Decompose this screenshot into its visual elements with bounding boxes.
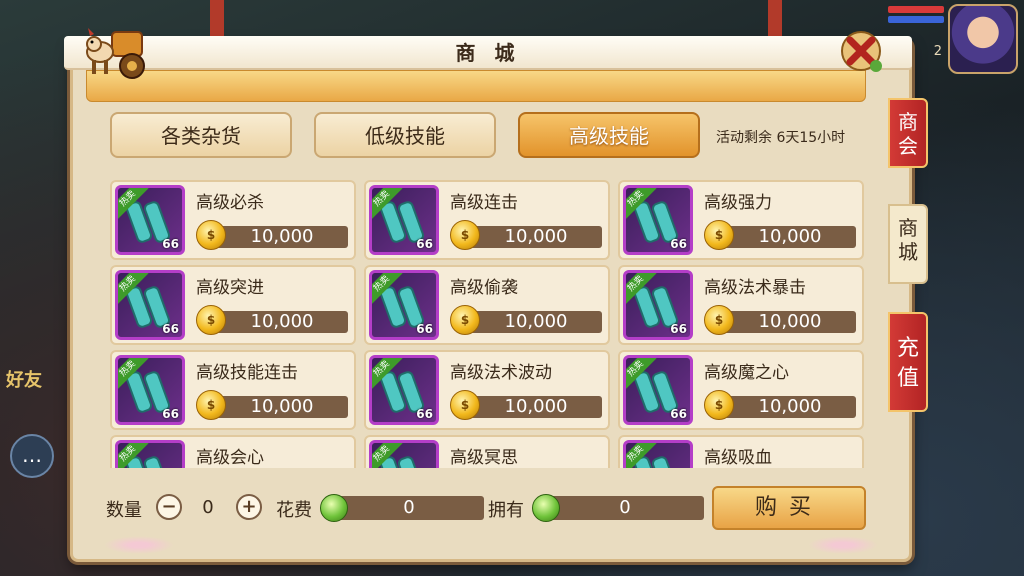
gold-coin-icon: $ (704, 305, 734, 335)
item-price: 10,000 (216, 311, 348, 333)
gold-coin-icon: $ (704, 220, 734, 250)
item-name: 高级法术波动 (450, 363, 552, 383)
title-bar: 商 城 (64, 36, 912, 70)
item-name: 高级魔之心 (704, 363, 789, 383)
player-level: 2 (933, 44, 942, 59)
shop-item[interactable]: 热卖 66 高级必杀 10,000 $ (110, 180, 356, 260)
item-name: 高级法术暴击 (704, 278, 806, 298)
mp-bar (888, 16, 944, 23)
item-level: 66 (416, 322, 433, 336)
item-price: 10,000 (470, 226, 602, 248)
item-name: 高级会心 (196, 448, 264, 468)
shop-item[interactable]: 热卖 66 高级法术波动 10,000 $ (364, 350, 610, 430)
item-price: 10,000 (724, 396, 856, 418)
item-name: 高级吸血 (704, 448, 772, 468)
item-price: 10,000 (470, 311, 602, 333)
shop-item[interactable]: 热卖 66 高级魔之心 10,000 $ (618, 350, 864, 430)
item-level: 66 (162, 237, 179, 251)
skill-scroll-icon: 热卖 66 (115, 270, 185, 340)
tab-sundries[interactable]: 各类杂货 (110, 112, 292, 158)
shop-item[interactable]: 热卖 高级会心 (110, 435, 356, 468)
skill-scroll-icon: 热卖 66 (623, 355, 693, 425)
background-pillar (768, 0, 782, 40)
gold-coin-icon: $ (450, 305, 480, 335)
item-level: 66 (670, 322, 687, 336)
item-name: 高级冥思 (450, 448, 518, 468)
jade-currency-icon (320, 494, 348, 522)
plum-blossom-decoration (104, 536, 174, 554)
background-pillar (210, 0, 224, 40)
shop-item[interactable]: 热卖 66 高级连击 10,000 $ (364, 180, 610, 260)
item-name: 高级强力 (704, 193, 772, 213)
player-avatar[interactable] (948, 4, 1018, 74)
side-tab-guild-shop[interactable]: 商会 (888, 98, 928, 168)
quantity-field[interactable]: 0 (182, 496, 234, 520)
cost-value: 0 (334, 496, 484, 520)
friend-button[interactable]: 好友 (0, 366, 66, 418)
tab-basic-skills[interactable]: 低级技能 (314, 112, 496, 158)
skill-scroll-icon: 热卖 66 (115, 185, 185, 255)
item-price: 10,000 (724, 311, 856, 333)
close-icon[interactable] (838, 28, 884, 74)
player-status-bars (888, 6, 944, 26)
tab-advanced-skills[interactable]: 高级技能 (518, 112, 700, 158)
skill-scroll-icon: 热卖 66 (369, 185, 439, 255)
skill-scroll-icon: 热卖 (623, 440, 693, 468)
item-price: 10,000 (216, 396, 348, 418)
event-remaining-time: 活动剩余 6天15小时 (716, 130, 846, 146)
owned-label: 拥有 (488, 500, 524, 521)
shop-item[interactable]: 热卖 66 高级强力 10,000 $ (618, 180, 864, 260)
quantity-label: 数量 (106, 500, 142, 521)
side-tab-mall[interactable]: 商城 (888, 204, 928, 284)
item-level: 66 (670, 237, 687, 251)
skill-scroll-icon: 热卖 (115, 440, 185, 468)
skill-scroll-icon: 热卖 66 (623, 270, 693, 340)
skill-scroll-icon: 热卖 66 (115, 355, 185, 425)
gold-coin-icon: $ (196, 220, 226, 250)
skill-scroll-icon: 热卖 (369, 440, 439, 468)
shop-item[interactable]: 热卖 高级吸血 (618, 435, 864, 468)
item-level: 66 (416, 407, 433, 421)
shop-item[interactable]: 热卖 66 高级法术暴击 10,000 $ (618, 265, 864, 345)
shop-item[interactable]: 热卖 66 高级技能连击 10,000 $ (110, 350, 356, 430)
item-level: 66 (162, 322, 179, 336)
side-tab-recharge[interactable]: 充值 (888, 312, 928, 412)
item-name: 高级突进 (196, 278, 264, 298)
gold-coin-icon: $ (196, 390, 226, 420)
item-name: 高级连击 (450, 193, 518, 213)
buy-button[interactable]: 购买 (712, 486, 866, 530)
gold-coin-icon: $ (450, 390, 480, 420)
window-title: 商 城 (455, 41, 521, 65)
gold-coin-icon: $ (704, 390, 734, 420)
chat-bubble-icon[interactable]: … (10, 434, 54, 478)
item-level: 66 (416, 237, 433, 251)
plum-blossom-decoration (808, 536, 878, 554)
jade-currency-icon (532, 494, 560, 522)
item-level: 66 (670, 407, 687, 421)
skill-scroll-icon: 热卖 66 (623, 185, 693, 255)
item-name: 高级偷袭 (450, 278, 518, 298)
shop-item[interactable]: 热卖 66 高级偷袭 10,000 $ (364, 265, 610, 345)
item-name: 高级技能连击 (196, 363, 298, 383)
item-level: 66 (162, 407, 179, 421)
shop-item[interactable]: 热卖 66 高级突进 10,000 $ (110, 265, 356, 345)
skill-scroll-icon: 热卖 66 (369, 355, 439, 425)
skill-scroll-icon: 热卖 66 (369, 270, 439, 340)
cost-label: 花费 (276, 500, 312, 521)
gold-coin-icon: $ (450, 220, 480, 250)
shop-item[interactable]: 热卖 高级冥思 (364, 435, 610, 468)
owned-value: 0 (546, 496, 704, 520)
hp-bar (888, 6, 944, 13)
item-price: 10,000 (724, 226, 856, 248)
title-trim (86, 70, 866, 102)
item-name: 高级必杀 (196, 193, 264, 213)
item-price: 10,000 (216, 226, 348, 248)
horse-cart-icon (86, 28, 145, 79)
item-grid: 热卖 66 高级必杀 10,000 $ 热卖 66 高级连击 10,000 $ … (110, 180, 864, 468)
item-price: 10,000 (470, 396, 602, 418)
gold-coin-icon: $ (196, 305, 226, 335)
quantity-minus-button[interactable]: − (156, 494, 182, 520)
quantity-plus-button[interactable]: + (236, 494, 262, 520)
